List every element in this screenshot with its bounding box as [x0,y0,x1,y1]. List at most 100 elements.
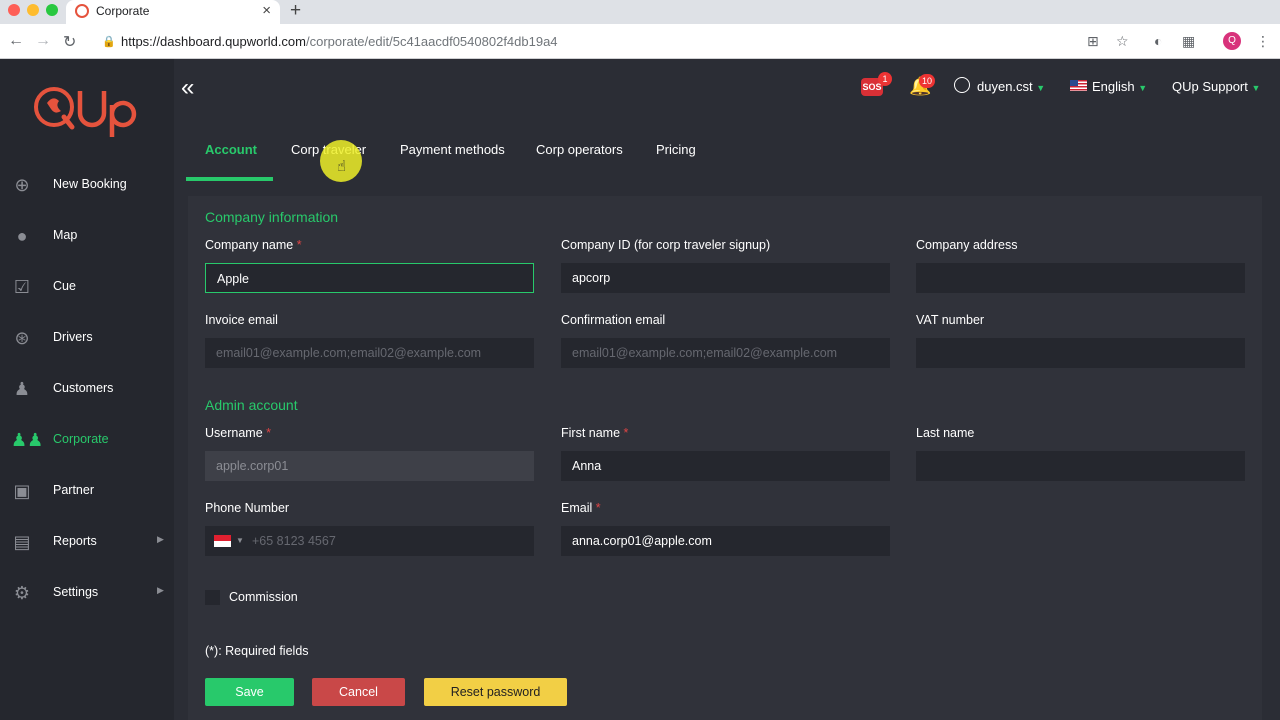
close-tab-icon[interactable]: × [262,2,271,19]
first-name-label: First name * [561,426,629,440]
first-name-input[interactable]: Anna [561,451,890,481]
sidebar-item-map[interactable]: ● Map [0,213,174,257]
invoice-email-label: Invoice email [205,313,278,327]
browser-menu-icon[interactable]: ⋮ [1256,33,1270,50]
browser-tab-bar: Corporate × + [0,0,1280,24]
sidebar-item-new-booking[interactable]: ⊕ New Booking [0,162,174,206]
company-id-input[interactable]: apcorp [561,263,890,293]
caret-down-icon[interactable]: ▼ [236,536,244,545]
sidebar-item-partner[interactable]: ▣ Partner [0,468,174,512]
reset-password-button[interactable]: Reset password [424,678,567,706]
last-name-input[interactable] [916,451,1245,481]
map-pin-icon: ● [16,226,28,246]
profile-avatar[interactable]: Q [1223,32,1241,50]
collapse-sidebar-icon[interactable]: « [181,74,194,102]
sidebar-item-cue[interactable]: ☑ Cue [0,264,174,308]
forward-icon[interactable]: → [35,32,51,50]
email-label: Email * [561,501,601,515]
clipboard-icon: ▤ [13,532,31,552]
translate-icon[interactable]: ⊞ [1087,33,1099,50]
tab-corp-operators[interactable]: Corp operators [536,142,623,157]
url-text: https://dashboard.qupworld.com/corporate… [121,34,558,49]
sidebar-item-customers[interactable]: ♟ Customers [0,366,174,410]
minimize-window-button[interactable] [27,4,39,16]
sidebar-item-label: Customers [53,381,114,395]
tab-payment-methods[interactable]: Payment methods [400,142,505,157]
chevron-right-icon: ▶ [157,585,164,595]
qr-extension-icon[interactable]: ▦ [1182,33,1195,50]
back-icon[interactable]: ← [8,32,24,50]
singapore-flag-icon[interactable] [214,535,231,547]
tab-pricing[interactable]: Pricing [656,142,696,157]
favicon-icon [75,4,89,18]
phone-number-label: Phone Number [205,501,290,515]
sidebar-item-label: Partner [53,483,94,497]
last-name-label: Last name [916,426,975,440]
user-menu[interactable]: duyen.cst ▼ [977,79,1045,94]
required-fields-note: (*): Required fields [205,644,309,658]
tab-account[interactable]: Account [205,142,257,157]
invoice-email-input[interactable]: email01@example.com;email02@example.com [205,338,534,368]
address-bar[interactable]: 🔒 https://dashboard.qupworld.com/corpora… [92,29,1145,54]
phone-number-input[interactable]: +65 8123 4567 [205,526,534,556]
sidebar-item-reports[interactable]: ▤ Reports ▶ [0,519,174,563]
confirmation-email-input[interactable]: email01@example.com;email02@example.com [561,338,890,368]
vat-number-input[interactable] [916,338,1245,368]
browser-toolbar: ← → ↻ 🔒 https://dashboard.qupworld.com/c… [0,24,1280,59]
sidebar-item-label: Drivers [53,330,93,344]
sidebar-item-label: New Booking [53,177,127,191]
qup-logo [34,87,137,137]
sidebar-item-settings[interactable]: ⚙ Settings ▶ [0,570,174,614]
sos-count-badge: 1 [878,72,892,86]
sidebar: ⊕ New Booking ● Map ☑ Cue ⊛ Drivers ♟ Cu… [0,59,174,720]
company-name-label: Company name * [205,238,302,252]
caret-down-icon: ▼ [1036,83,1046,93]
sidebar-item-label: Reports [53,534,97,548]
browser-tab[interactable]: Corporate × [66,0,280,24]
caret-down-icon: ▼ [1251,83,1261,93]
commission-label: Commission [229,590,298,604]
reload-icon[interactable]: ↻ [63,32,76,52]
company-address-input[interactable] [916,263,1245,293]
email-input[interactable]: anna.corp01@apple.com [561,526,890,556]
section-admin-account: Admin account [205,397,298,413]
save-button[interactable]: Save [205,678,294,706]
username-input: apple.corp01 [205,451,534,481]
maximize-window-button[interactable] [46,4,58,16]
commission-checkbox[interactable] [205,590,220,605]
cancel-button[interactable]: Cancel [312,678,405,706]
us-flag-icon [1070,80,1087,91]
chevron-right-icon: ▶ [157,534,164,544]
company-name-input[interactable]: Apple [205,263,534,293]
close-window-button[interactable] [8,4,20,16]
steering-wheel-icon: ⊛ [14,328,30,348]
sidebar-item-corporate[interactable]: ♟♟ Corporate [0,417,174,461]
group-icon: ♟♟ [11,430,44,450]
hand-cursor-icon: ☝ [337,158,347,175]
support-menu[interactable]: QUp Support ▼ [1172,79,1260,94]
sidebar-item-label: Cue [53,279,76,293]
user-icon [954,77,970,93]
language-selector[interactable]: English ▼ [1092,79,1147,94]
active-tab-indicator [186,177,273,181]
sidebar-item-drivers[interactable]: ⊛ Drivers [0,315,174,359]
bookmark-star-icon[interactable]: ☆ [1116,33,1129,50]
new-tab-button[interactable]: + [290,0,301,22]
plus-circle-icon: ⊕ [14,175,30,195]
sidebar-item-label: Corporate [53,432,109,446]
gear-icon: ⚙ [13,583,31,603]
extension-icon[interactable]: ◐ [1154,33,1162,49]
sidebar-item-label: Settings [53,585,99,599]
lock-icon: 🔒 [102,36,116,48]
username-label: Username * [205,426,272,440]
browser-tab-title: Corporate [96,4,150,18]
person-icon: ♟ [13,379,31,399]
chat-icon: ▣ [13,481,31,501]
company-address-label: Company address [916,238,1018,252]
company-id-label: Company ID (for corp traveler signup) [561,238,771,252]
section-company-info: Company information [205,209,339,225]
vat-number-label: VAT number [916,313,985,327]
notification-count-badge: 10 [919,74,936,88]
caret-down-icon: ▼ [1138,83,1148,93]
sidebar-item-label: Map [53,228,78,242]
